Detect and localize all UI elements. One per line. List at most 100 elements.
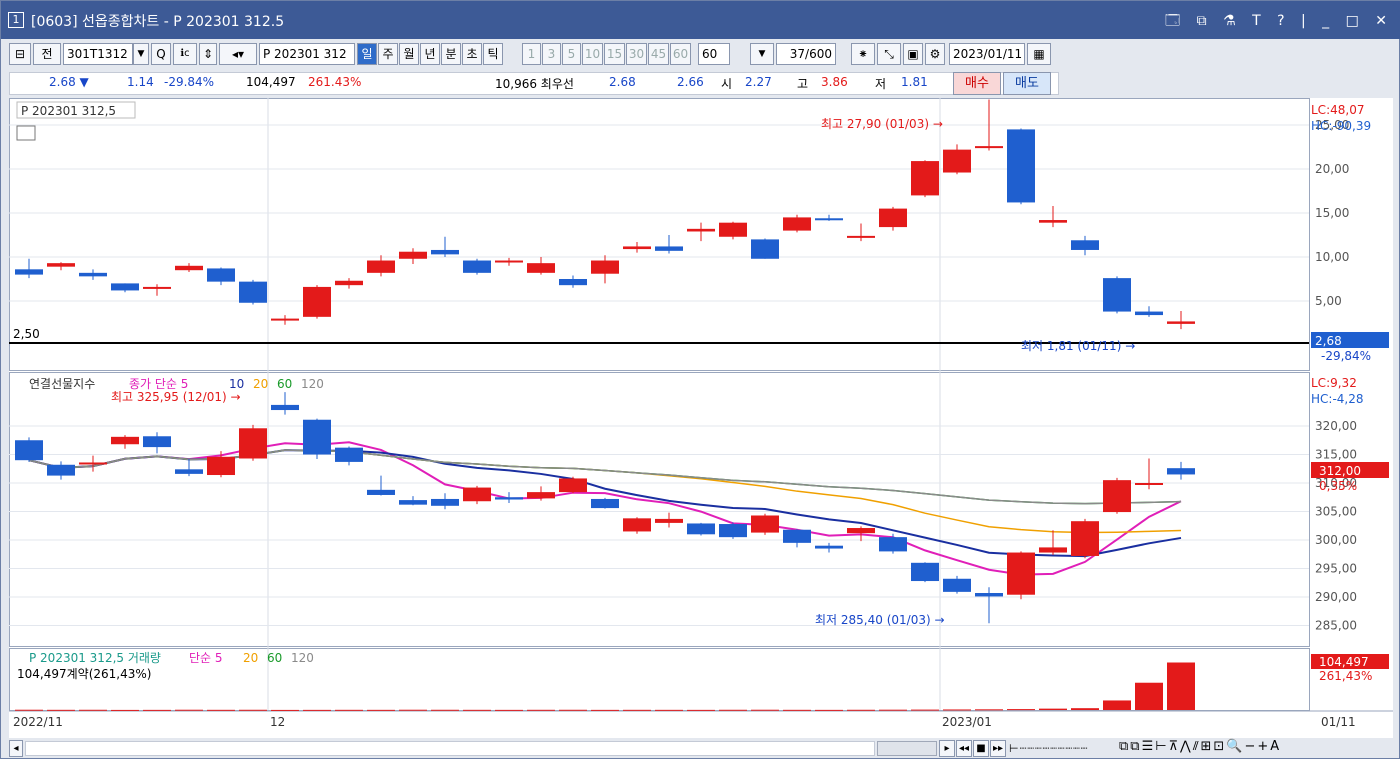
index-candle[interactable] [15,440,43,461]
index-candle[interactable] [1135,483,1163,485]
price-candle[interactable] [623,246,651,250]
index-candle[interactable] [1167,468,1195,475]
volume-bar[interactable] [591,709,619,711]
tab-jeon[interactable]: 전 [33,43,61,65]
volume-bar[interactable] [47,709,75,711]
price-candle[interactable] [879,208,907,228]
stop-button[interactable]: ■ [973,740,989,757]
grid-toggle-icon[interactable] [16,125,36,141]
price-candle[interactable] [495,260,523,263]
horizontal-scrollbar[interactable] [25,741,875,756]
tick-30[interactable]: 30 [626,43,647,65]
forward-button[interactable]: ▸▸ [990,740,1006,757]
index-candle[interactable] [751,515,779,533]
volume-bar[interactable] [79,709,107,711]
period-2[interactable]: 주 [378,43,398,65]
index-candle[interactable] [111,436,139,445]
index-candle[interactable] [1039,547,1067,553]
period-1[interactable]: 일 [357,43,377,65]
index-candle[interactable] [1103,480,1131,513]
period-7[interactable]: 틱 [483,43,503,65]
price-candle[interactable] [1103,278,1131,312]
date-input[interactable]: 2023/01/11 [949,43,1025,65]
volume-bar[interactable] [1135,682,1163,710]
volume-bar[interactable] [815,709,843,711]
index-candle[interactable] [431,498,459,506]
price-candle[interactable] [1007,129,1035,203]
period-4[interactable]: 년 [420,43,440,65]
price-candle[interactable] [559,279,587,286]
index-candle[interactable] [271,404,299,411]
volume-bar[interactable] [943,709,971,711]
tick-3[interactable]: 3 [542,43,561,65]
price-candle[interactable] [591,260,619,274]
volume-bar[interactable] [399,709,427,711]
volume-bar[interactable] [1007,709,1035,711]
volume-bar[interactable] [1103,700,1131,710]
buy-button[interactable]: 매수 [953,72,1001,95]
index-candle[interactable] [559,478,587,493]
index-candle[interactable] [783,529,811,543]
drawing-tools[interactable]: ⧉⧉☰⊢⊼⋀⫽⊞⊡🔍−+A [1119,739,1281,754]
volume-bar[interactable] [367,709,395,711]
price-candle[interactable] [111,283,139,291]
volume-bar[interactable] [879,709,907,711]
period-3[interactable]: 월 [399,43,419,65]
price-candle[interactable] [687,228,715,232]
calendar-icon[interactable]: ▦ [1027,43,1051,65]
window-number-badge[interactable]: 1 [8,12,24,28]
tick-select[interactable]: 60 [698,43,730,65]
volume-bar[interactable] [175,709,203,711]
volume-bar[interactable] [559,709,587,711]
volume-bar[interactable] [271,709,299,711]
scroll-left-button[interactable]: ◂ [9,740,23,757]
index-candle[interactable] [335,447,363,462]
price-candle[interactable] [463,260,491,273]
price-candle[interactable] [847,235,875,238]
volume-bar[interactable] [975,709,1003,711]
zoom-slider[interactable]: ⊢┈┈┈┈┈┈┈┈┈ [1009,742,1088,755]
index-candle[interactable] [79,462,107,465]
index-candle[interactable] [623,518,651,532]
volume-bar[interactable] [1071,708,1099,710]
pin-icon[interactable]: ⁕ [851,43,875,65]
index-candle[interactable] [207,456,235,476]
index-candle[interactable] [591,498,619,509]
tick-dropdown[interactable]: ▼ [750,43,774,65]
volume-bar[interactable] [431,709,459,711]
index-candle[interactable] [1007,552,1035,595]
price-candle[interactable] [975,146,1003,149]
index-candle[interactable] [463,487,491,502]
price-candle[interactable] [79,272,107,277]
volume-bar[interactable] [847,709,875,711]
window-controls[interactable]: 🗔 ⧉ ⚗ T ? | _ □ ✕ [1165,10,1393,34]
volume-bar[interactable] [463,709,491,711]
index-candle[interactable] [911,562,939,582]
tick-45[interactable]: 45 [648,43,669,65]
layout-icon[interactable]: ⊟ [9,43,31,65]
save-icon[interactable]: ▣ [903,43,923,65]
product-input[interactable]: P 202301 312 [259,43,355,65]
index-candle[interactable] [495,497,523,500]
tick-5[interactable]: 5 [562,43,581,65]
volume-bar[interactable] [15,709,43,711]
price-candle[interactable] [719,222,747,237]
index-candle[interactable] [879,537,907,552]
price-candle[interactable] [527,263,555,273]
chart-area[interactable]: 25,00 20,00 15,00 10,00 5,00 320,00 315,00 310,… [9,98,1393,738]
sell-button[interactable]: 매도 [1003,72,1051,95]
index-candle[interactable] [847,528,875,534]
scroll-thumb[interactable] [877,741,937,756]
code-input[interactable]: 301T1312 [63,43,133,65]
price-candle[interactable] [15,269,43,275]
index-candle[interactable] [1071,521,1099,556]
volume-bar[interactable] [495,709,523,711]
volume-bar[interactable] [1167,662,1195,710]
price-candle[interactable] [47,263,75,267]
index-candle[interactable] [303,419,331,455]
speaker-icon[interactable]: ◂▾ [219,43,257,65]
price-candle[interactable] [1071,240,1099,250]
volume-bar[interactable] [687,709,715,711]
search-icon[interactable]: Q [151,43,171,65]
index-candle[interactable] [719,524,747,538]
